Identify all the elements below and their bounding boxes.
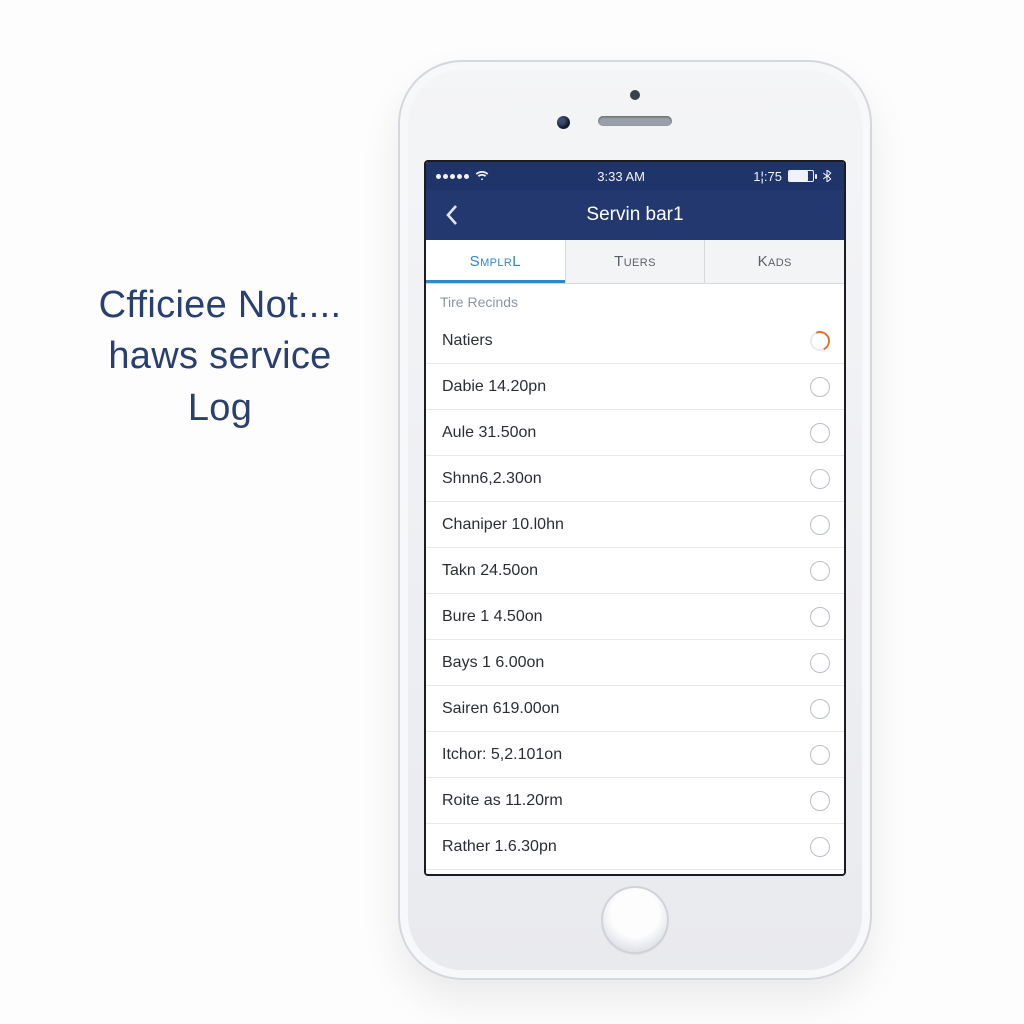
radio-unselected-icon[interactable] — [810, 377, 830, 397]
list-item[interactable]: Shnn6,2.30on — [426, 456, 844, 502]
radio-unselected-icon[interactable] — [810, 791, 830, 811]
promo-caption-line: Cfficiee Not.... — [60, 280, 380, 331]
tab-tuers[interactable]: Tuers — [566, 240, 706, 283]
list-item-label: Shnn6,2.30on — [442, 470, 542, 488]
screen: 3:33 AM 1¦:75 Servin bar1 SmplrL Tuers Kad… — [424, 160, 846, 876]
bluetooth-icon — [820, 170, 834, 182]
radio-unselected-icon[interactable] — [810, 653, 830, 673]
promo-caption: Cfficiee Not.... haws service Log — [60, 280, 380, 434]
list-item-label: Sairen 619.00on — [442, 700, 559, 718]
chevron-left-icon — [445, 204, 459, 226]
list-item-label: Chaniper 10.l0hn — [442, 516, 564, 534]
status-time: 3:33 AM — [597, 169, 645, 184]
promo-caption-line: haws service — [60, 331, 380, 382]
list-item[interactable]: Chaniper 10.l0hn — [426, 502, 844, 548]
list-item-label: Takn 24.50on — [442, 562, 538, 580]
list-item-label: Rather 1.6.30pn — [442, 838, 557, 856]
list-item-label: Bays 1 6.00on — [442, 654, 544, 672]
home-button[interactable] — [601, 886, 669, 954]
list-item[interactable]: Itchor: 5,2.101on — [426, 732, 844, 778]
back-button[interactable] — [432, 190, 472, 240]
status-right: 1¦:75 — [753, 169, 834, 184]
list-item-label: Bure 1 4.50on — [442, 608, 543, 626]
radio-unselected-icon[interactable] — [810, 423, 830, 443]
radio-unselected-icon[interactable] — [810, 837, 830, 857]
list-item[interactable]: Aule 31.50on — [426, 410, 844, 456]
list-item-label: Roite as 11.20rm — [442, 792, 563, 810]
list-item[interactable]: Bure 1 4.50on — [426, 594, 844, 640]
tab-smplrl[interactable]: SmplrL — [426, 240, 566, 283]
radio-unselected-icon[interactable] — [810, 515, 830, 535]
list-item[interactable]: Takn 24.50on — [426, 548, 844, 594]
battery-icon — [788, 170, 814, 182]
tab-label: Kads — [758, 253, 792, 270]
phone-mockup: 3:33 AM 1¦:75 Servin bar1 SmplrL Tuers Kad… — [398, 60, 872, 980]
radio-unselected-icon[interactable] — [810, 745, 830, 765]
nav-bar: Servin bar1 — [426, 190, 844, 240]
list-item[interactable]: Rather 1.6.30pn — [426, 824, 844, 870]
records-list[interactable]: Natiers Dabie 14.20pn Aule 31.50on Shnn6,2.… — [426, 318, 844, 874]
front-camera — [557, 116, 570, 129]
sensor-dot — [630, 90, 640, 100]
list-item[interactable]: Natiers — [426, 318, 844, 364]
tab-label: SmplrL — [470, 253, 521, 270]
list-item-label: Itchor: 5,2.101on — [442, 746, 562, 764]
list-item[interactable]: Dabie 14.20pn — [426, 364, 844, 410]
radio-unselected-icon[interactable] — [810, 469, 830, 489]
list-item-label: Natiers — [442, 332, 493, 350]
list-item[interactable]: Roite as 11.20rm — [426, 778, 844, 824]
radio-unselected-icon[interactable] — [810, 699, 830, 719]
loading-indicator-icon[interactable] — [807, 328, 833, 354]
list-item[interactable]: Bays 1 6.00on — [426, 640, 844, 686]
list-item[interactable]: Stale a.d Abivar — [426, 870, 844, 874]
radio-unselected-icon[interactable] — [810, 561, 830, 581]
list-item-label: Aule 31.50on — [442, 424, 536, 442]
radio-unselected-icon[interactable] — [810, 607, 830, 627]
tab-kads[interactable]: Kads — [705, 240, 844, 283]
status-left — [436, 170, 489, 182]
list-item[interactable]: Sairen 619.00on — [426, 686, 844, 732]
wifi-icon — [475, 170, 489, 182]
section-header: Tire Recinds — [426, 284, 844, 318]
status-bar: 3:33 AM 1¦:75 — [426, 162, 844, 190]
tab-label: Tuers — [614, 253, 656, 270]
page-title: Servin bar1 — [586, 204, 683, 226]
tab-bar: SmplrL Tuers Kads — [426, 240, 844, 284]
earpiece — [598, 116, 672, 126]
list-item-label: Dabie 14.20pn — [442, 378, 546, 396]
battery-text: 1¦:75 — [753, 169, 782, 184]
promo-caption-line: Log — [60, 383, 380, 434]
signal-dots-icon — [436, 174, 469, 179]
